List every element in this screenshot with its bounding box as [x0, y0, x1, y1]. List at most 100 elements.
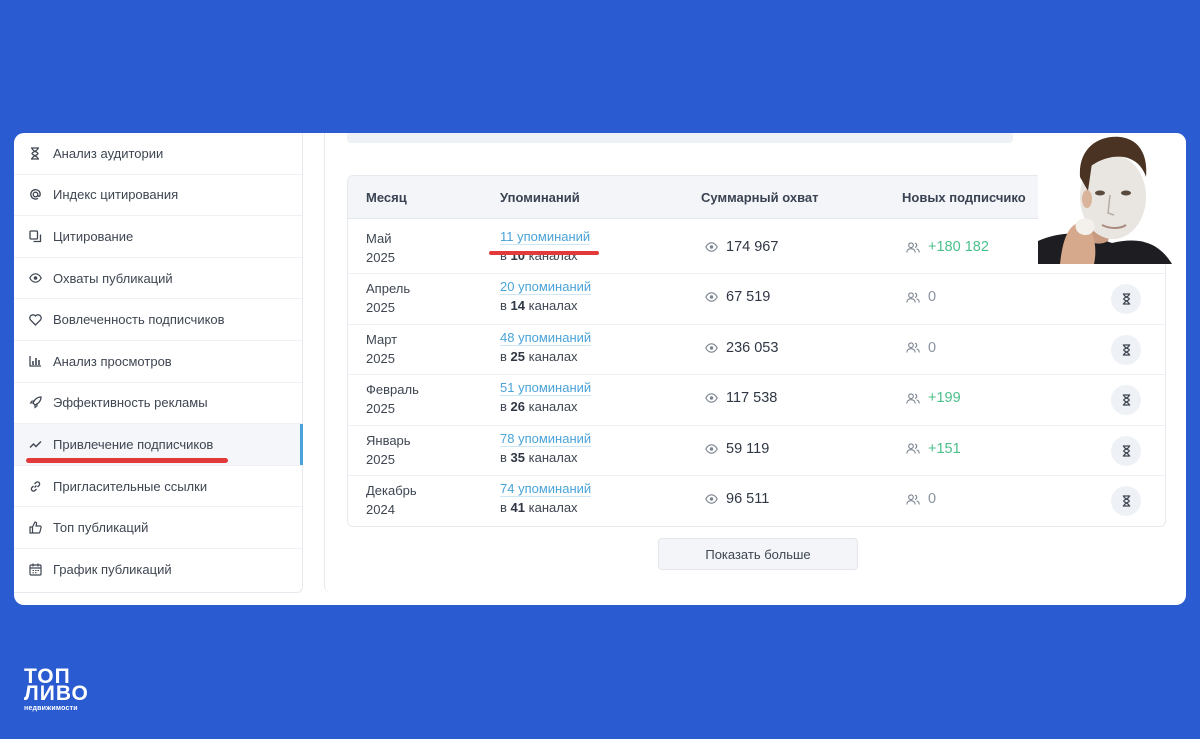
sidebar-item-citation-index[interactable]: Индекс цитирования [14, 175, 302, 217]
sidebar-item-reach[interactable]: Охваты публикаций [14, 258, 302, 300]
history-button[interactable] [1111, 385, 1141, 416]
sidebar-item-top-posts[interactable]: Топ публикаций [14, 507, 302, 549]
reach-cell: 96 511 [705, 491, 769, 507]
sidebar-item-ads[interactable]: Эффективность рекламы [14, 383, 302, 425]
sidebar-item-citation[interactable]: Цитирование [14, 216, 302, 258]
sidebar-item-views[interactable]: Анализ просмотров [14, 341, 302, 383]
reach-value: 117 538 [726, 390, 778, 407]
eye-icon [705, 343, 718, 353]
subscribers-value: +151 [928, 440, 961, 457]
channels-count: в 26 каналах [500, 399, 578, 414]
rocket-icon [28, 396, 42, 410]
month-cell: Январь 2025 [366, 431, 411, 469]
month-cell: Февраль 2025 [366, 380, 419, 418]
reach-cell: 174 967 [705, 239, 778, 255]
table-row: Март 2025 48 упоминаний в 25 каналах 236 … [348, 325, 1165, 376]
reach-cell: 117 538 [705, 390, 777, 406]
subscribers-cell: 0 [906, 491, 936, 507]
eye-icon [705, 292, 718, 303]
users-icon [906, 493, 920, 505]
sidebar-item-label: Анализ аудитории [53, 145, 164, 161]
copy-icon [28, 229, 42, 243]
hourglass-icon [1122, 495, 1130, 507]
mentions-link[interactable]: 78 упоминаний [500, 431, 592, 447]
hourglass-icon [28, 146, 42, 160]
reach-cell: 236 053 [705, 340, 778, 356]
show-more-button[interactable]: Показать больше [658, 538, 858, 570]
analytics-card: Анализ аудитории Индекс цитирования Цити… [14, 133, 1186, 605]
mentions-link[interactable]: 51 упоминаний [500, 380, 592, 397]
presenter-photo [1038, 133, 1186, 264]
channels-suffix: каналах [528, 399, 578, 415]
table-row: Декабрь 2024 74 упоминаний в 41 каналах 9… [348, 476, 1165, 526]
history-button[interactable] [1111, 334, 1141, 365]
channels-suffix: каналах [528, 298, 578, 314]
channels-suffix: каналах [528, 500, 578, 515]
link-icon [28, 479, 42, 493]
reach-value: 236 053 [726, 339, 779, 356]
channels-prefix: в [500, 449, 507, 465]
history-button[interactable] [1111, 486, 1141, 516]
table-row: Январь 2025 78 упоминаний в 35 каналах 59… [348, 426, 1165, 476]
channels-number: 14 [510, 298, 525, 314]
month-year: 2025 [366, 451, 395, 467]
mentions-link[interactable]: 11 упоминаний [500, 229, 591, 245]
channels-number: 35 [510, 449, 525, 465]
table-row: Апрель 2025 20 упоминаний в 14 каналах 67… [348, 274, 1165, 325]
highlight-underline [489, 251, 599, 255]
reach-value: 67 519 [726, 289, 771, 306]
month-cell: Декабрь 2024 [366, 481, 417, 519]
sidebar: Анализ аудитории Индекс цитирования Цити… [14, 133, 303, 593]
month-name: Январь [366, 432, 411, 448]
month-cell: Март 2025 [366, 330, 397, 368]
channels-number: 25 [510, 348, 525, 364]
logo-line3: недвижимости [24, 705, 78, 712]
calendar-icon [28, 563, 42, 577]
channels-prefix: в [500, 399, 507, 415]
header-subscribers: Новых подписчико [902, 190, 1026, 205]
users-icon [906, 241, 920, 253]
hourglass-icon [1122, 293, 1130, 306]
thumbs-up-icon [28, 521, 42, 535]
sidebar-item-schedule[interactable]: График публикаций [14, 549, 302, 591]
logo-line2: ЛИВО [24, 682, 89, 705]
subscribers-value: 0 [928, 289, 937, 306]
eye-icon [705, 242, 718, 252]
sidebar-item-invite-links[interactable]: Пригласительные ссылки [14, 466, 302, 508]
channels-prefix: в [500, 500, 507, 515]
month-name: Декабрь [366, 483, 417, 498]
channels-suffix: каналах [528, 348, 578, 364]
top-filter-bar [347, 133, 1013, 143]
month-cell: Май 2025 [366, 229, 395, 267]
eye-icon [28, 271, 42, 285]
users-icon [906, 393, 920, 404]
subscribers-cell: +199 [906, 390, 961, 406]
sidebar-item-label: Охваты публикаций [53, 270, 173, 286]
channels-count: в 25 каналах [500, 349, 578, 364]
sidebar-item-audience[interactable]: Анализ аудитории [14, 133, 302, 175]
subscribers-cell: +151 [906, 441, 961, 457]
subscribers-cell: 0 [906, 289, 936, 305]
sidebar-item-engagement[interactable]: Вовлеченность подписчиков [14, 299, 302, 341]
highlight-underline [26, 458, 228, 463]
users-icon [906, 292, 920, 303]
mentions-link[interactable]: 74 упоминаний [500, 481, 592, 497]
subscribers-value: +199 [928, 390, 961, 407]
channels-count: в 41 каналах [500, 500, 578, 515]
history-button[interactable] [1111, 435, 1141, 466]
channels-prefix: в [500, 298, 507, 314]
sidebar-item-label: Вовлеченность подписчиков [53, 312, 225, 328]
sidebar-item-label: Топ публикаций [53, 520, 149, 536]
sidebar-item-label: Пригласительные ссылки [53, 478, 208, 494]
history-button[interactable] [1111, 284, 1141, 315]
month-name: Март [366, 331, 398, 347]
subscribers-cell: +180 182 [906, 239, 989, 255]
channels-number: 41 [510, 500, 525, 515]
mentions-link[interactable]: 48 упоминаний [500, 330, 592, 346]
mentions-link[interactable]: 20 упоминаний [500, 279, 592, 296]
trend-icon [28, 437, 42, 451]
channels-suffix: каналах [528, 449, 578, 465]
sidebar-item-label: Цитирование [53, 228, 134, 244]
reach-value: 59 119 [726, 440, 770, 457]
bar-chart-icon [28, 354, 42, 368]
